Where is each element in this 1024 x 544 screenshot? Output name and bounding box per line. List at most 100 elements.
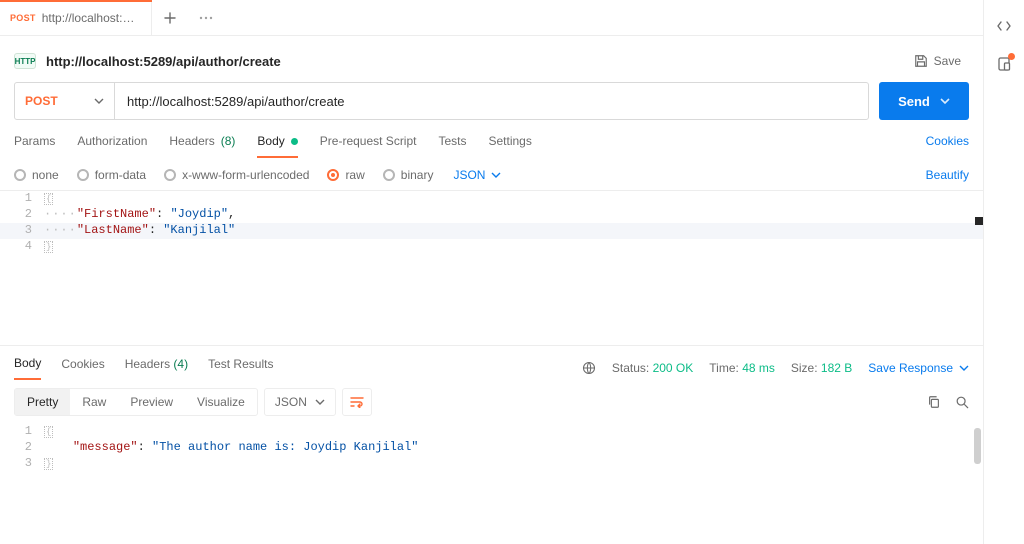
- response-time: Time: 48 ms: [709, 361, 775, 375]
- url-combo: POST http://localhost:5289/api/author/cr…: [14, 82, 869, 120]
- body-type-row: none form-data x-www-form-urlencoded raw…: [0, 158, 983, 190]
- bodytype-form-data-label: form-data: [95, 168, 146, 182]
- response-size: Size: 182 B: [791, 361, 852, 375]
- response-view-segmented: Pretty Raw Preview Visualize: [14, 388, 258, 416]
- wrap-icon: [350, 396, 364, 408]
- response-size-value: 182 B: [821, 361, 852, 375]
- wrap-lines-button[interactable]: [342, 388, 372, 416]
- view-preview[interactable]: Preview: [118, 389, 185, 415]
- view-raw[interactable]: Raw: [70, 389, 118, 415]
- sidebar-info-button[interactable]: [996, 56, 1012, 72]
- json-key: "message": [73, 440, 138, 454]
- raw-language-select[interactable]: JSON: [453, 168, 501, 182]
- radio-icon: [77, 169, 89, 181]
- chevron-down-icon: [491, 170, 501, 180]
- view-visualize-label: Visualize: [197, 395, 245, 409]
- send-button[interactable]: Send: [879, 82, 969, 120]
- tab-headers[interactable]: Headers (8): [169, 134, 235, 158]
- response-tab-body-label: Body: [14, 356, 41, 370]
- tab-title: http://localhost:5289/ap: [42, 11, 141, 25]
- view-pretty-label: Pretty: [27, 395, 58, 409]
- request-title: http://localhost:5289/api/author/create: [46, 54, 281, 69]
- cookies-link-label: Cookies: [926, 134, 969, 148]
- new-tab-button[interactable]: [152, 0, 188, 35]
- tab-settings[interactable]: Settings: [489, 134, 532, 158]
- view-raw-label: Raw: [82, 395, 106, 409]
- view-visualize[interactable]: Visualize: [185, 389, 257, 415]
- request-header: HTTP http://localhost:5289/api/author/cr…: [0, 36, 983, 82]
- response-tab-headers-label: Headers: [125, 357, 170, 371]
- response-body-viewer[interactable]: 1{ 2 "message": "The author name is: Joy…: [0, 424, 983, 478]
- tab-authorization-label: Authorization: [77, 134, 147, 148]
- response-toolbar: Pretty Raw Preview Visualize JSON: [0, 380, 983, 424]
- json-key: "FirstName": [77, 207, 156, 221]
- save-button-label: Save: [934, 54, 961, 68]
- tab-pre-request[interactable]: Pre-request Script: [320, 134, 417, 158]
- view-pretty[interactable]: Pretty: [15, 389, 70, 415]
- minimap-cursor-icon: [975, 217, 983, 225]
- tab-method-badge: POST: [10, 13, 36, 23]
- tab-headers-label: Headers: [169, 134, 214, 148]
- chevron-down-icon: [315, 397, 325, 407]
- bodytype-raw-label: raw: [345, 168, 364, 182]
- json-key: "LastName": [77, 223, 149, 237]
- scrollbar-indicator: [974, 428, 981, 464]
- tab-params[interactable]: Params: [14, 134, 55, 158]
- right-sidebar: [984, 0, 1024, 544]
- tab-body-label: Body: [257, 134, 284, 148]
- response-language-select[interactable]: JSON: [264, 388, 336, 416]
- code-snippet-button[interactable]: [996, 18, 1012, 34]
- bodytype-none[interactable]: none: [14, 168, 59, 182]
- method-select[interactable]: POST: [15, 83, 115, 119]
- dirty-indicator-icon: [291, 138, 298, 145]
- search-response-button[interactable]: [955, 395, 969, 409]
- tab-bar: POST http://localhost:5289/ap: [0, 0, 983, 36]
- save-icon: [914, 54, 928, 68]
- http-badge-icon: HTTP: [14, 53, 36, 69]
- tab-pre-request-label: Pre-request Script: [320, 134, 417, 148]
- bodytype-binary[interactable]: binary: [383, 168, 434, 182]
- tab-active[interactable]: POST http://localhost:5289/ap: [0, 0, 152, 35]
- bodytype-form-data[interactable]: form-data: [77, 168, 146, 182]
- beautify-button[interactable]: Beautify: [926, 168, 969, 182]
- tab-body[interactable]: Body: [257, 134, 297, 158]
- tab-tests-label: Tests: [438, 134, 466, 148]
- response-tab-headers-count: (4): [173, 357, 188, 371]
- response-language-value: JSON: [275, 395, 307, 409]
- url-input[interactable]: http://localhost:5289/api/author/create: [115, 83, 868, 119]
- raw-language-value: JSON: [453, 168, 485, 182]
- response-tab-test-results[interactable]: Test Results: [208, 357, 273, 379]
- bodytype-raw[interactable]: raw: [327, 168, 364, 182]
- tab-authorization[interactable]: Authorization: [77, 134, 147, 158]
- response-tab-tests-label: Test Results: [208, 357, 273, 371]
- copy-response-button[interactable]: [927, 395, 941, 409]
- request-body-editor[interactable]: 1{ 2····"FirstName": "Joydip", 3····"Las…: [0, 190, 983, 345]
- json-value: "Kanjilal": [163, 223, 235, 237]
- send-button-label: Send: [898, 94, 930, 109]
- response-tab-headers[interactable]: Headers (4): [125, 357, 188, 379]
- url-row: POST http://localhost:5289/api/author/cr…: [0, 82, 983, 120]
- beautify-label: Beautify: [926, 168, 969, 182]
- plus-icon: [164, 12, 176, 24]
- response-status: Status: 200 OK: [612, 361, 693, 375]
- save-response-button[interactable]: Save Response: [868, 361, 969, 375]
- tab-tests[interactable]: Tests: [438, 134, 466, 158]
- response-tab-cookies[interactable]: Cookies: [61, 357, 104, 379]
- save-button[interactable]: Save: [906, 50, 969, 72]
- tab-overflow-button[interactable]: [188, 0, 224, 35]
- ellipsis-icon: [199, 16, 213, 20]
- save-response-label: Save Response: [868, 361, 953, 375]
- cookies-link[interactable]: Cookies: [926, 134, 969, 158]
- response-status-value: 200 OK: [653, 361, 694, 375]
- json-value: "The author name is: Joydip Kanjilal": [152, 440, 418, 454]
- radio-icon: [383, 169, 395, 181]
- bodytype-x-www-form-urlencoded[interactable]: x-www-form-urlencoded: [164, 168, 309, 182]
- code-icon: [996, 18, 1012, 34]
- response-tab-body[interactable]: Body: [14, 356, 41, 380]
- notification-dot-icon: [1008, 53, 1015, 60]
- globe-icon[interactable]: [582, 361, 596, 375]
- search-icon: [955, 395, 969, 409]
- tab-settings-label: Settings: [489, 134, 532, 148]
- copy-icon: [927, 395, 941, 409]
- bodytype-x-www-label: x-www-form-urlencoded: [182, 168, 309, 182]
